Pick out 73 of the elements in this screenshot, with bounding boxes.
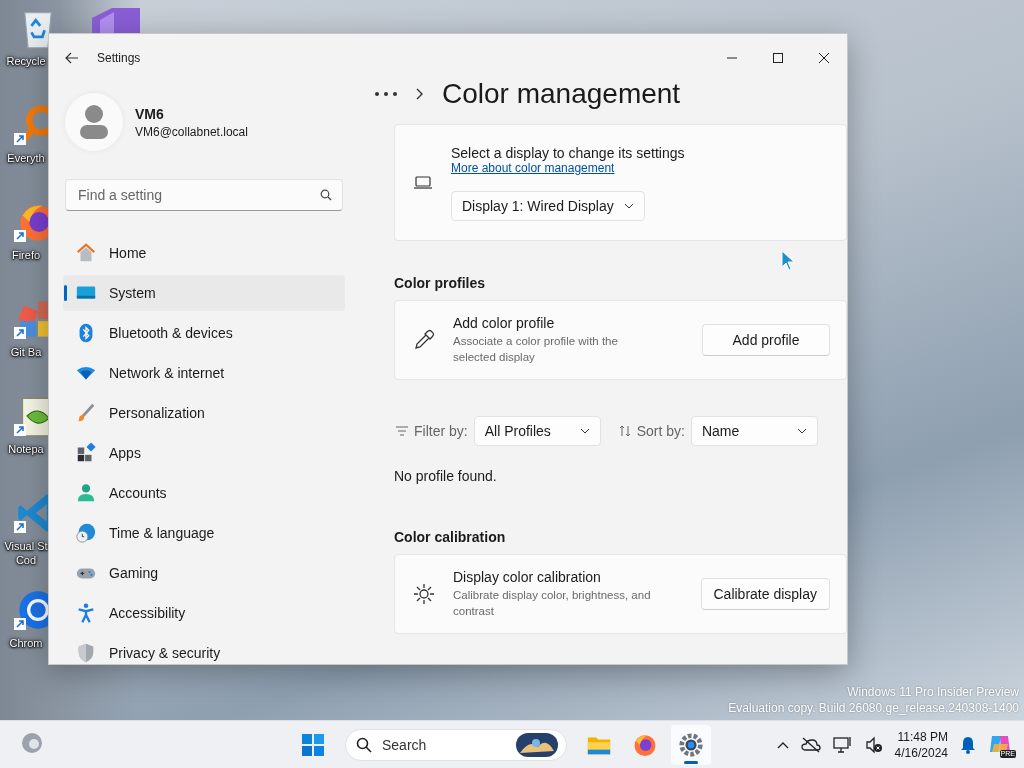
section-heading: Color calibration [394,529,507,545]
chevron-down-icon [579,428,590,434]
windows-logo-icon [302,733,324,756]
cloud-off-icon[interactable] [800,736,821,753]
speaker-muted-icon[interactable] [864,735,883,754]
taskbar-app-button[interactable] [671,724,711,765]
globe-clock-icon [75,522,97,544]
help-link[interactable]: More about color management [451,160,615,175]
laptop-icon [413,174,433,191]
card-button[interactable]: Add profile [702,324,830,356]
chevron-up-icon[interactable] [776,740,789,749]
nav-item[interactable]: Bluetooth & devices [63,315,345,351]
clock-date: 4/16/2024 [894,744,948,761]
nav-item[interactable]: Time & language [63,515,345,551]
find-setting-field[interactable]: Find a setting [76,186,320,204]
chevron-right-icon [416,88,424,100]
card-button[interactable]: Calibrate display [700,578,830,610]
apps-icon [75,442,97,464]
settings-search-box[interactable]: Find a setting [65,179,343,211]
card-title: Select a display to change its settings [451,144,685,161]
card-title: Display color calibration [453,569,602,585]
nav-item[interactable]: Privacy & security [63,635,345,664]
window-title: Settings [97,51,142,65]
person-icon [75,482,97,504]
nav-item[interactable]: Gaming [63,555,345,591]
filter-label: Filter by: [414,423,468,439]
mouse-cursor-icon [781,250,795,271]
accessibility-icon [75,602,97,624]
taskbar-search-box[interactable]: Search [345,728,567,761]
active-indicator [684,760,698,764]
nav-item[interactable]: Network & internet [63,355,345,391]
display-dropdown[interactable]: Display 1: Wired Display [451,190,645,221]
nav-item[interactable]: Apps [63,435,345,471]
search-icon [320,189,332,201]
section-heading: Color profiles [394,275,486,291]
settings-icon [678,731,704,758]
search-highlight-drawing [516,732,558,757]
sort-dropdown[interactable]: Name [690,416,818,446]
back-arrow-icon[interactable] [65,51,79,65]
search-icon [356,736,372,753]
filter-dropdown[interactable]: All Profiles [473,416,601,446]
nav-item[interactable]: Personalization [63,395,345,431]
home-icon [75,242,97,264]
clock-time: 11:48 PM [897,728,948,745]
sort-icon [618,425,631,437]
watermark-text: Windows 11 Pro Insider Preview [847,684,1019,700]
maximize-icon [773,53,783,63]
person-silhouette-icon [79,104,109,140]
clock[interactable]: 11:48 PM 4/16/2024 [894,728,948,761]
sort-label: Sort by: [636,423,685,439]
bell-icon[interactable] [960,735,976,754]
nav-item[interactable]: System [63,275,345,311]
page-title: Color management [442,78,681,110]
user-name: VM6 [135,105,165,122]
watermark-text: Evaluation copy. Build 26080.ge_release.240308-1400 [728,700,1019,716]
app-tile-icon [92,8,140,33]
chevron-down-icon [623,202,634,209]
chevron-down-icon [796,428,807,434]
brightness-icon [413,583,435,605]
eyedropper-icon [413,329,435,351]
nav-item[interactable]: Accounts [63,475,345,511]
card-title: Add color profile [453,315,556,331]
close-icon [819,53,829,63]
nav-item[interactable]: Home [63,235,345,271]
network-monitor-icon[interactable] [832,735,853,754]
more-button[interactable] [374,91,398,97]
selection-indicator [64,285,67,301]
card-description: Associate a color profile with the selected display [453,334,619,365]
filter-icon [396,426,408,436]
nav-item[interactable]: Accessibility [63,595,345,631]
card-description: Calibrate display color, brightness, and contrast [453,588,652,619]
user-email: VM6@collabnet.local [135,124,248,139]
empty-message: No profile found. [394,468,498,484]
